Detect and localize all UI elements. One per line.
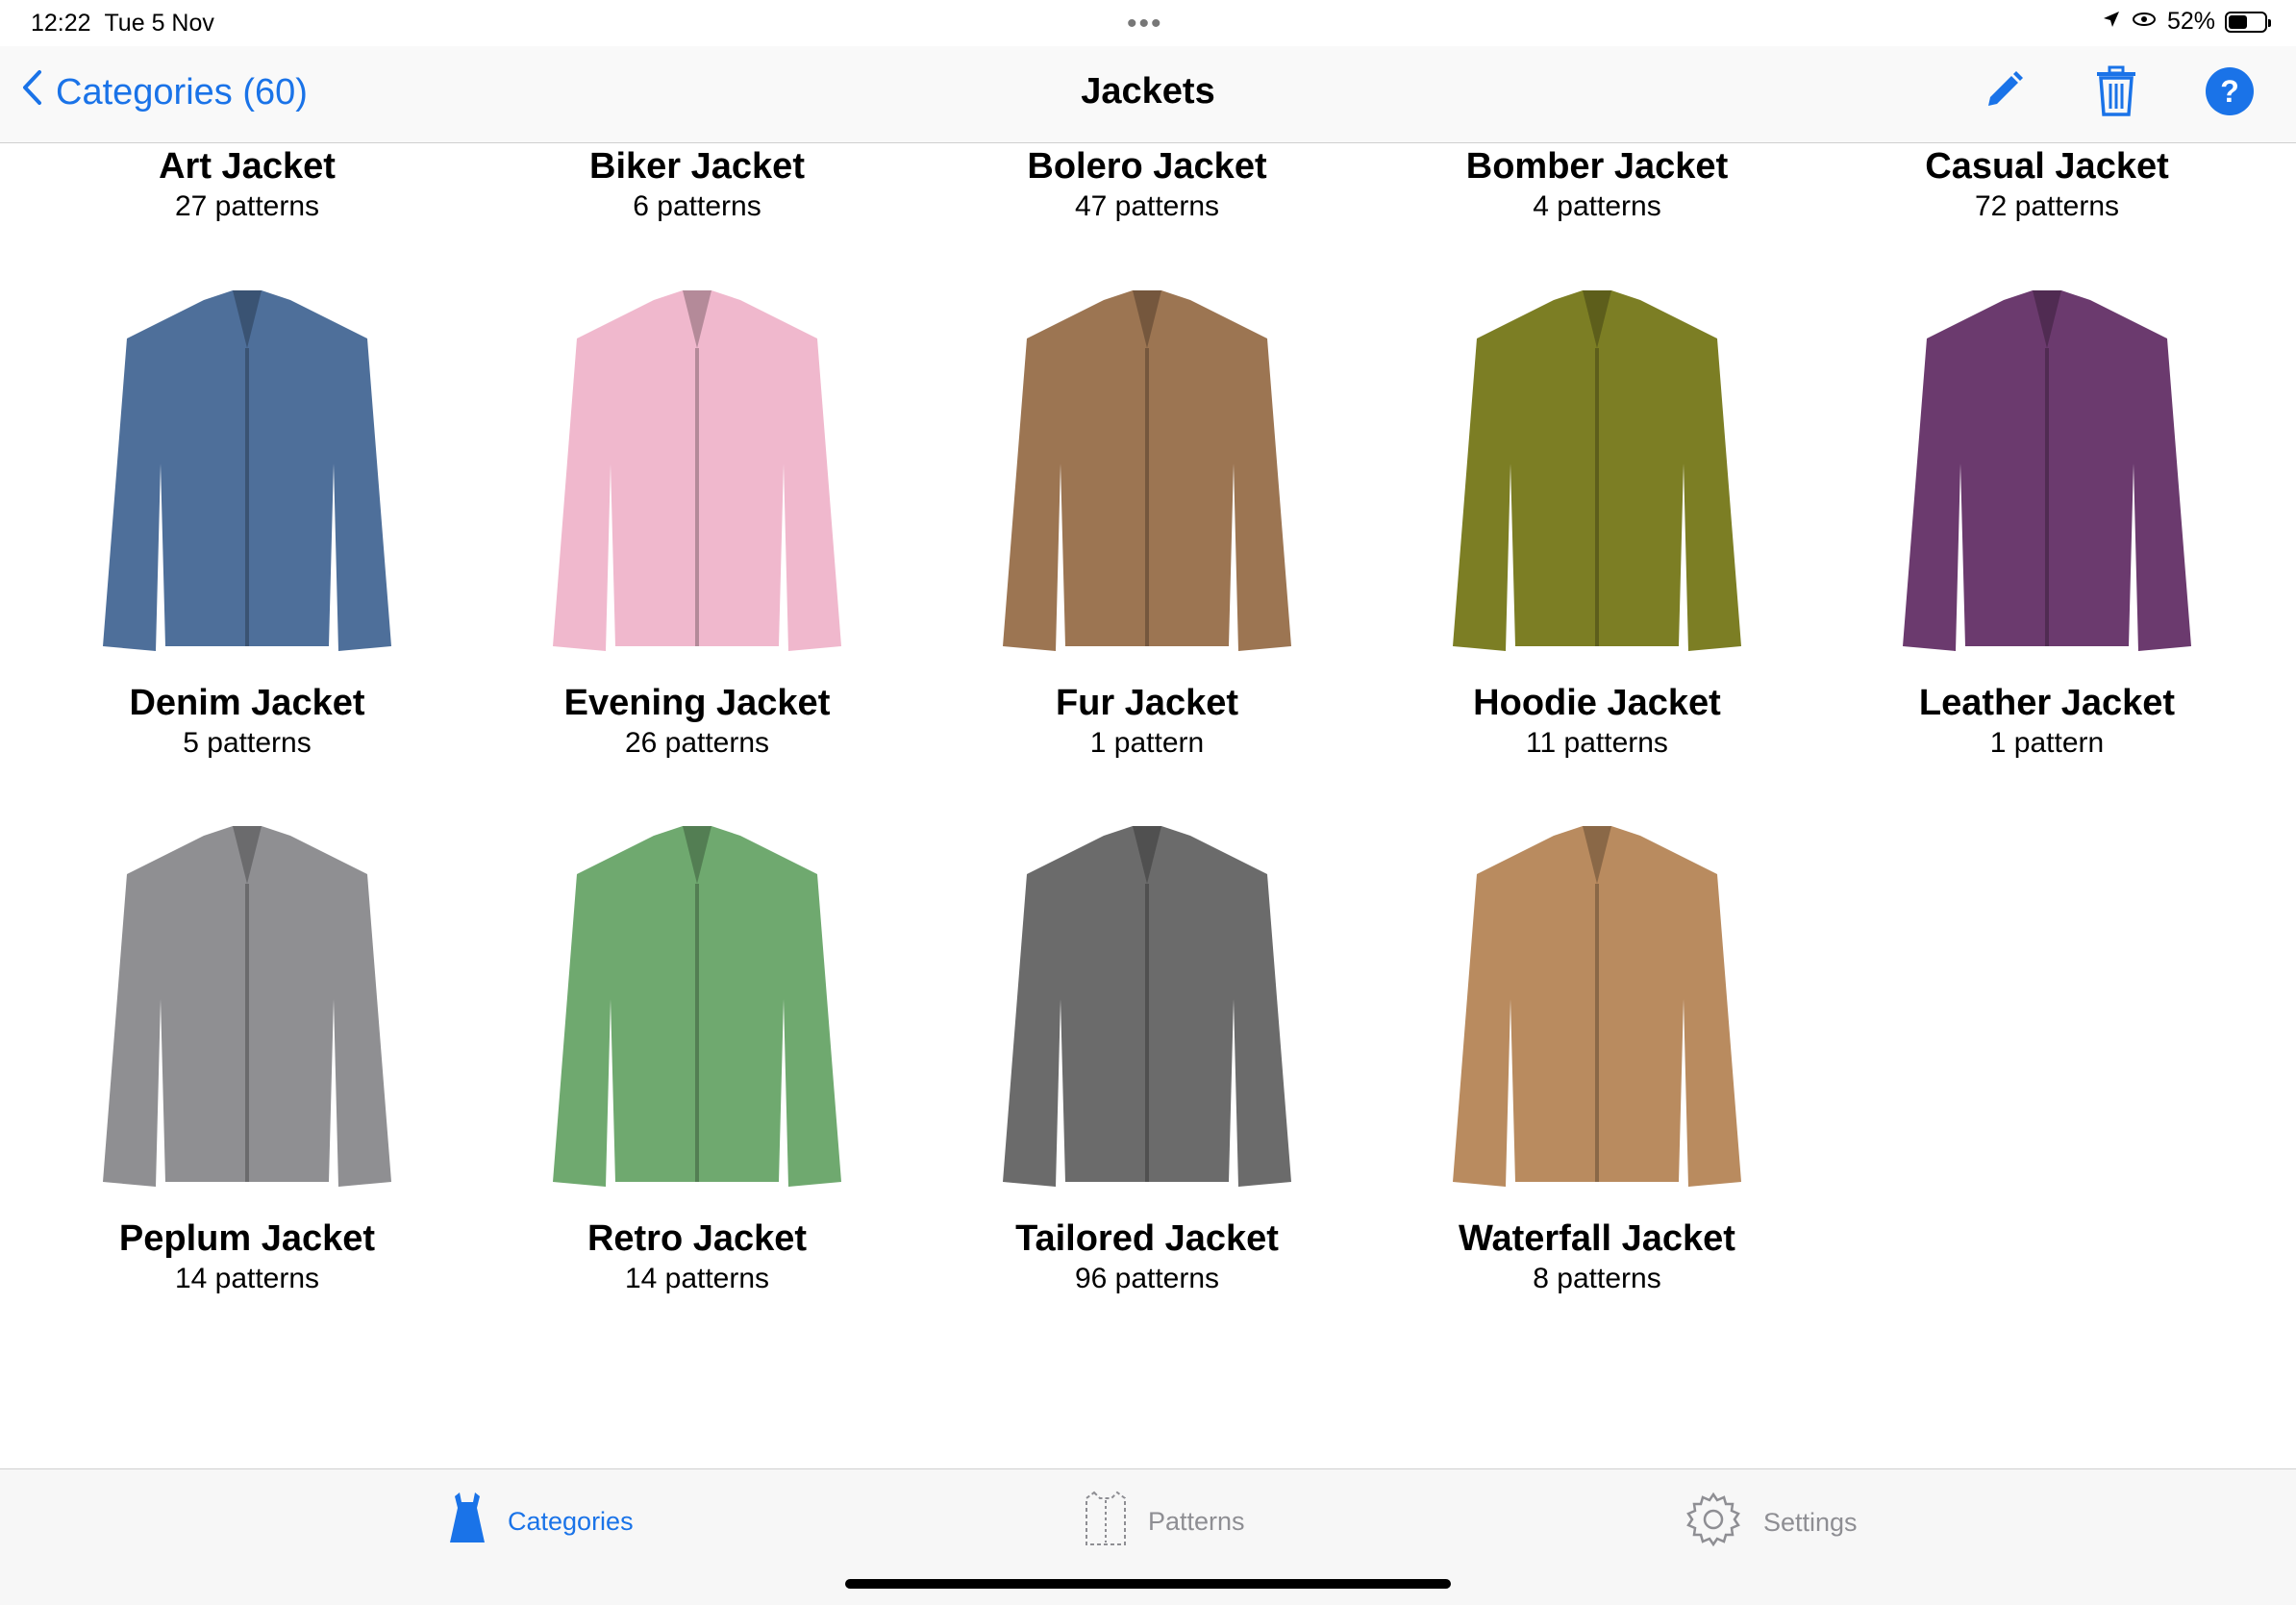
svg-text:?: ? bbox=[2220, 74, 2239, 109]
category-name: Tailored Jacket bbox=[1015, 1218, 1279, 1259]
tab-categories-label: Categories bbox=[508, 1507, 634, 1536]
jacket-image bbox=[1390, 816, 1804, 1201]
jacket-image bbox=[940, 816, 1354, 1201]
pattern-count: 14 patterns bbox=[174, 1263, 320, 1294]
tab-settings-label: Settings bbox=[1763, 1508, 1858, 1537]
pencil-icon bbox=[1979, 67, 2027, 120]
dress-icon bbox=[448, 1491, 487, 1553]
pattern-icon bbox=[1085, 1491, 1127, 1553]
category-name: Retro Jacket bbox=[586, 1218, 808, 1259]
location-icon bbox=[2102, 8, 2121, 36]
help-button[interactable]: ? bbox=[2200, 63, 2259, 123]
status-time: 12:22 Tue 5 Nov bbox=[31, 10, 214, 37]
delete-button[interactable] bbox=[2086, 63, 2146, 123]
pattern-count: 8 patterns bbox=[1533, 1263, 1661, 1294]
question-icon: ? bbox=[2205, 66, 2255, 121]
category-name: Peplum Jacket bbox=[118, 1218, 376, 1259]
category-grid: Art Jacket 27 patterns Biker Jacket 6 patte… bbox=[0, 142, 2296, 1469]
gear-icon bbox=[1685, 1491, 1742, 1555]
category-name: Waterfall Jacket bbox=[1459, 1218, 1735, 1259]
jacket-image bbox=[1840, 281, 2254, 665]
edit-button[interactable] bbox=[1973, 63, 2033, 123]
tab-categories[interactable]: Categories bbox=[448, 1491, 634, 1553]
home-indicator bbox=[845, 1579, 1451, 1589]
status-right: 52% bbox=[2102, 8, 2271, 36]
multitasking-dots[interactable]: ••• bbox=[1127, 8, 1163, 40]
tab-patterns[interactable]: Patterns bbox=[1085, 1491, 1245, 1553]
pattern-count: 14 patterns bbox=[624, 1263, 770, 1294]
status-bar: 12:22 Tue 5 Nov ••• 52% bbox=[0, 0, 2296, 46]
jacket-image bbox=[40, 816, 454, 1201]
category-cell[interactable]: Tailored Jacket 96 patterns bbox=[921, 142, 1373, 1469]
tab-patterns-label: Patterns bbox=[1148, 1507, 1245, 1536]
battery-icon bbox=[2225, 11, 2271, 33]
tab-settings[interactable]: Settings bbox=[1685, 1491, 1858, 1555]
category-cell[interactable]: Peplum Jacket 14 patterns bbox=[21, 142, 473, 1469]
category-cell[interactable]: Leather Jacket 1 pattern bbox=[1821, 142, 2273, 1469]
nav-actions: ? bbox=[1973, 63, 2259, 123]
pattern-count: 96 patterns bbox=[1074, 1263, 1220, 1294]
jacket-image bbox=[490, 816, 904, 1201]
screen-lock-icon bbox=[2131, 8, 2158, 36]
category-cell[interactable]: Retro Jacket 14 patterns bbox=[471, 142, 923, 1469]
page-title: Jackets bbox=[1081, 71, 1215, 112]
category-cell[interactable]: Waterfall Jacket 8 patterns bbox=[1371, 142, 1823, 1469]
pattern-count: 1 pattern bbox=[1989, 727, 2105, 759]
trash-icon bbox=[2093, 64, 2139, 123]
battery-percent: 52% bbox=[2166, 8, 2215, 35]
navigation-bar: Categories (60) Jackets ? bbox=[0, 46, 2296, 143]
category-name: Leather Jacket bbox=[1918, 683, 2176, 723]
